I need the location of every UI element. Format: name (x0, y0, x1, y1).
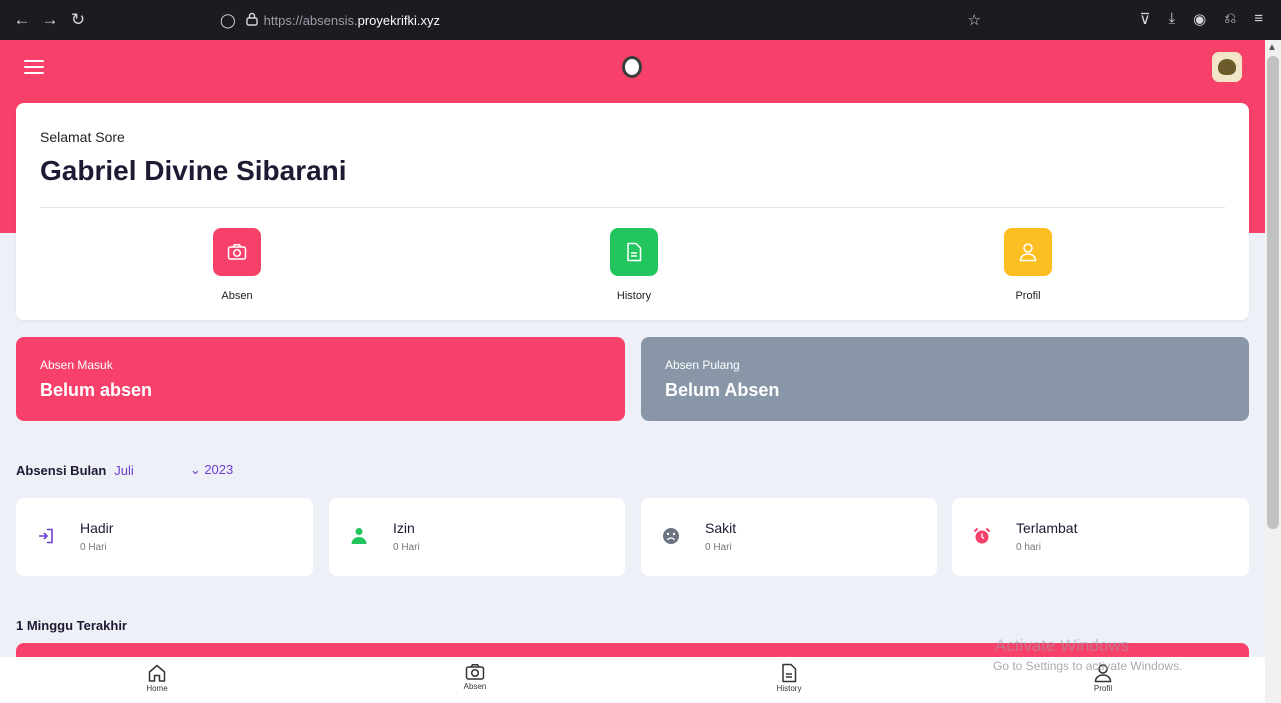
garuda-emblem-icon (1218, 59, 1236, 75)
url-text: https://absensis.proyekrifki.xyz (263, 12, 440, 28)
quick-action-history[interactable]: History (564, 228, 704, 302)
monthly-filter: Absensi Bulan Juli ⌄ 2023 (16, 462, 233, 478)
nav-label: Absen (463, 682, 487, 691)
camera-icon (213, 228, 261, 276)
nav-label: Profil (1093, 684, 1113, 693)
person-icon (349, 526, 369, 546)
menu-icon[interactable] (24, 60, 44, 74)
sad-face-icon (661, 526, 681, 546)
hamburger-menu-icon[interactable]: ≡ (1254, 10, 1263, 28)
stat-card-terlambat: Terlambat 0 hari (952, 498, 1249, 576)
stat-title: Izin (393, 520, 415, 536)
absen-pulang-card[interactable]: Absen Pulang Belum Absen (641, 337, 1249, 421)
document-icon (610, 228, 658, 276)
last-week-title: 1 Minggu Terakhir (16, 618, 127, 633)
nav-history[interactable]: History (749, 663, 829, 693)
stat-card-hadir: Hadir 0 Hari (16, 498, 313, 576)
back-arrow-icon[interactable]: ← (8, 10, 36, 30)
status-label: Absen Masuk (40, 358, 113, 372)
alarm-icon (972, 526, 992, 546)
quick-action-label: History (616, 290, 652, 302)
scrollbar-thumb[interactable] (1267, 56, 1279, 529)
stat-title: Sakit (705, 520, 737, 536)
greeting-card: Selamat Sore Gabriel Divine Sibarani Abs… (16, 103, 1249, 320)
chevron-down-icon: ⌄ (189, 462, 205, 477)
absen-masuk-card[interactable]: Absen Masuk Belum absen (16, 337, 625, 421)
greeting-salutation: Selamat Sore (40, 129, 125, 145)
nav-label: Home (146, 684, 168, 693)
forward-arrow-icon[interactable]: → (36, 10, 64, 30)
stat-title: Terlambat (1016, 520, 1078, 536)
lock-icon (245, 12, 258, 29)
stat-value: 0 Hari (80, 542, 107, 553)
nav-absen[interactable]: Absen (435, 663, 515, 691)
status-value: Belum absen (40, 380, 153, 400)
quick-action-absen[interactable]: Absen (167, 228, 307, 302)
status-value: Belum Absen (665, 380, 780, 400)
quick-action-profil[interactable]: Profil (958, 228, 1098, 302)
avatar[interactable] (1212, 52, 1242, 82)
stat-value: 0 Hari (705, 542, 732, 553)
windows-watermark-title: Activate Windows (995, 636, 1130, 655)
stat-value: 0 hari (1016, 542, 1042, 553)
divider (40, 207, 1225, 208)
app-logo-icon (622, 56, 642, 78)
address-bar[interactable]: ◯ https://absensis.proyekrifki.xyz (214, 6, 1004, 34)
year-select[interactable]: ⌄ 2023 (190, 462, 233, 478)
stat-title: Hadir (80, 520, 114, 536)
year-value: 2023 (204, 462, 234, 477)
download-icon[interactable]: ⤓ (1168, 10, 1175, 28)
nav-home[interactable]: Home (117, 663, 197, 693)
shield-icon: ◯ (220, 11, 236, 28)
browser-tools: ⊽ ⤓ ◉ ⎌ ≡ (1140, 10, 1264, 28)
windows-watermark-subtitle: Go to Settings to activate Windows. (993, 659, 1183, 673)
extensions-icon[interactable]: ⎌ (1224, 10, 1236, 28)
stat-card-izin: Izin 0 Hari (329, 498, 625, 576)
quick-action-label: Absen (221, 290, 253, 302)
pocket-icon[interactable]: ⊽ (1140, 10, 1151, 28)
stat-card-sakit: Sakit 0 Hari (641, 498, 937, 576)
reload-icon[interactable]: ↻ (64, 10, 92, 30)
login-icon (36, 526, 56, 546)
scroll-up-icon[interactable]: ▲ (1267, 42, 1277, 53)
document-icon (782, 663, 797, 683)
month-select[interactable]: Juli (114, 463, 134, 478)
user-icon (1004, 228, 1052, 276)
user-name: Gabriel Divine Sibarani (40, 155, 347, 186)
camera-icon (465, 664, 485, 680)
stat-value: 0 Hari (393, 542, 420, 553)
browser-toolbar: ← → ↻ ◯ https://absensis.proyekrifki.xyz… (0, 0, 1281, 40)
nav-label: History (776, 684, 802, 693)
bookmark-star-icon[interactable]: ☆ (968, 11, 981, 29)
quick-action-label: Profil (1015, 290, 1041, 302)
account-icon[interactable]: ◉ (1193, 10, 1206, 28)
status-label: Absen Pulang (665, 358, 740, 372)
home-icon (148, 664, 166, 682)
monthly-label: Absensi Bulan (16, 462, 107, 478)
